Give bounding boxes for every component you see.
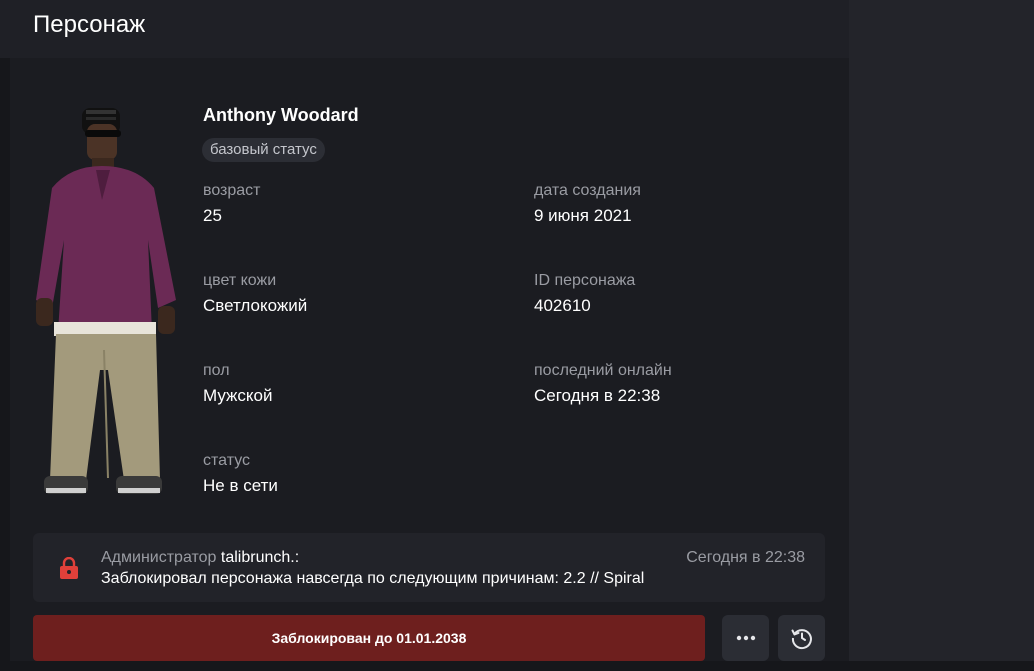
character-name: Anthony Woodard xyxy=(203,105,359,125)
log-author: Администратор talibrunch.: xyxy=(101,549,299,567)
history-button[interactable] xyxy=(778,615,825,661)
lock-icon xyxy=(60,557,78,579)
ban-status-button[interactable]: Заблокирован до 01.01.2038 xyxy=(33,615,705,661)
created-label: дата создания xyxy=(534,182,641,199)
character-avatar xyxy=(36,108,176,494)
log-message: Заблокировал персонажа навсегда по следу… xyxy=(101,570,645,587)
log-author-name[interactable]: talibrunch.: xyxy=(221,549,299,566)
status-badge: базовый статус xyxy=(202,138,325,162)
gender-label: пол xyxy=(203,362,230,379)
status-value: Не в сети xyxy=(203,476,278,495)
character-id-label: ID персонажа xyxy=(534,272,636,289)
admin-log-card: Администратор talibrunch.: Сегодня в 22:… xyxy=(33,533,825,602)
gender-value: Мужской xyxy=(203,386,273,405)
skin-label: цвет кожи xyxy=(203,272,277,289)
left-edge xyxy=(0,0,10,671)
more-button[interactable] xyxy=(722,615,769,661)
bottom-edge xyxy=(0,661,1034,671)
character-id-value: 402610 xyxy=(534,296,591,315)
created-value: 9 июня 2021 xyxy=(534,206,632,225)
page-title: Персонаж xyxy=(33,11,146,38)
last-online-label: последний онлайн xyxy=(534,362,672,379)
age-label: возраст xyxy=(203,182,261,199)
skin-value: Светлокожий xyxy=(203,296,308,315)
more-icon xyxy=(736,635,755,641)
status-label: статус xyxy=(203,452,251,469)
log-timestamp: Сегодня в 22:38 xyxy=(686,549,805,566)
history-icon xyxy=(791,629,812,650)
last-online-value: Сегодня в 22:38 xyxy=(534,386,661,405)
age-value: 25 xyxy=(203,206,222,225)
log-role: Администратор xyxy=(101,549,217,566)
